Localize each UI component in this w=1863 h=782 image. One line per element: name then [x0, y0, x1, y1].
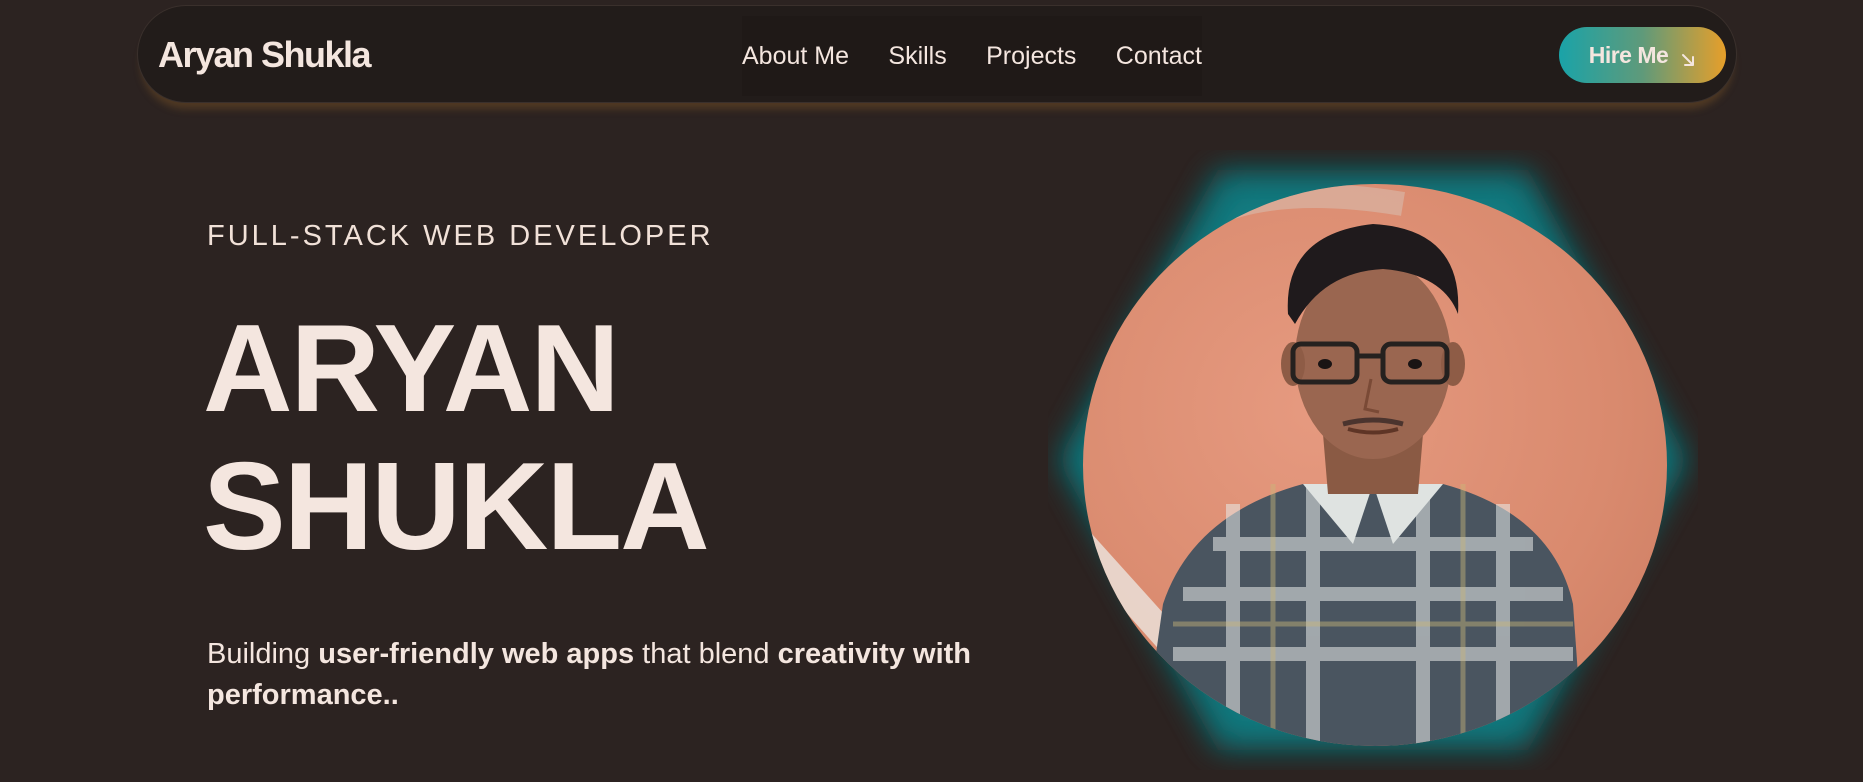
hero-name-line2: SHUKLA — [203, 438, 710, 576]
tagline-highlight: user-friendly web apps — [318, 638, 635, 670]
hire-me-label: Hire Me — [1588, 41, 1669, 68]
portrait-photo — [1083, 184, 1667, 746]
nav-link-contact[interactable]: Contact — [1116, 42, 1202, 71]
tagline-part: .. — [382, 679, 399, 711]
hero-name-line1: ARYAN — [203, 300, 620, 438]
hero-tagline: Building user-friendly web apps that ble… — [207, 634, 1067, 716]
hire-me-button[interactable]: Hire Me — [1559, 27, 1726, 83]
nav-link-skills[interactable]: Skills — [888, 42, 946, 71]
hero-subtitle: FULL-STACK WEB DEVELOPER — [207, 220, 714, 252]
tagline-part: that blend — [634, 638, 778, 670]
tagline-part: Building — [207, 638, 319, 670]
person-illustration — [1083, 184, 1583, 746]
nav-link-about-me[interactable]: About Me — [742, 42, 849, 71]
brand-logo[interactable]: Aryan Shukla — [158, 34, 372, 76]
nav-links: About Me Skills Projects Contact — [742, 16, 1202, 96]
nav-link-projects[interactable]: Projects — [986, 42, 1076, 71]
navbar: Aryan Shukla About Me Skills Projects Co… — [137, 5, 1737, 103]
arrow-down-right-icon — [1680, 47, 1696, 66]
hero-name: ARYAN SHUKLA — [203, 300, 710, 576]
